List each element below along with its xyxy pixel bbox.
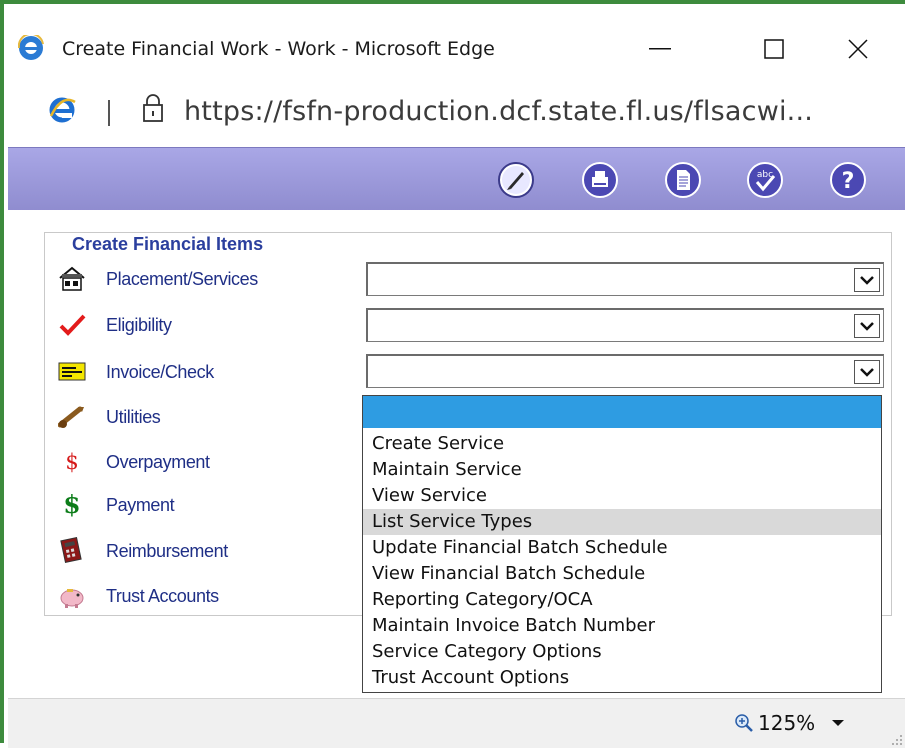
status-bar: 125%: [8, 698, 905, 748]
eligibility-select-arrow[interactable]: [854, 314, 880, 338]
dropdown-option[interactable]: View Financial Batch Schedule: [363, 561, 881, 587]
item-label-overpayment: Overpayment: [106, 452, 210, 472]
eligibility-select[interactable]: [366, 308, 884, 342]
maximize-button[interactable]: [744, 26, 804, 72]
chevron-down-icon: [860, 276, 874, 285]
placement-services-select[interactable]: [366, 262, 884, 296]
spellcheck-icon[interactable]: abc: [747, 162, 783, 198]
checkmark-icon: [59, 314, 86, 336]
browser-window: Create Financial Work - Work - Microsoft…: [0, 0, 905, 748]
toolbar: abc ?: [8, 147, 905, 212]
help-text: ?: [842, 169, 855, 194]
dropdown-option[interactable]: Reporting Category/OCA: [363, 587, 881, 613]
resize-grip-icon[interactable]: [889, 732, 903, 746]
title-bar: Create Financial Work - Work - Microsoft…: [8, 8, 905, 88]
dropdown-option[interactable]: Trust Account Options: [363, 665, 881, 691]
address-bar: https://fsfn-production.dcf.state.fl.us/…: [8, 80, 905, 144]
item-label-utilities: Utilities: [106, 407, 161, 427]
dropdown-option[interactable]: Maintain Service: [363, 457, 881, 483]
lock-icon[interactable]: [140, 92, 166, 124]
dropdown-option-hovered[interactable]: List Service Types: [363, 509, 881, 535]
close-button[interactable]: [828, 26, 888, 72]
url-field[interactable]: https://fsfn-production.dcf.state.fl.us/…: [184, 96, 813, 127]
address-separator: [108, 100, 110, 126]
dropdown-blank-option[interactable]: [363, 396, 881, 428]
dropdown-option[interactable]: Create Service: [363, 431, 881, 457]
dropdown-option[interactable]: View Service: [363, 483, 881, 509]
dollar-red-icon: $: [65, 450, 79, 474]
zoom-level[interactable]: 125%: [758, 711, 815, 735]
help-icon[interactable]: ?: [830, 162, 866, 198]
invoice-icon: [58, 362, 86, 381]
ie-mode-icon: [49, 97, 76, 123]
zoom-icon: [735, 714, 753, 732]
item-label-trust-accounts: Trust Accounts: [106, 586, 219, 606]
piggy-bank-icon: [60, 589, 84, 608]
item-label-placement-services: Placement/Services: [106, 269, 258, 289]
minimize-icon: [649, 48, 671, 50]
chevron-down-icon: [860, 368, 874, 377]
item-label-payment: Payment: [106, 495, 175, 515]
dropdown-option[interactable]: Maintain Invoice Batch Number: [363, 613, 881, 639]
wrench-icon: [58, 406, 84, 428]
zoom-dropdown-icon[interactable]: [826, 713, 850, 733]
edge-logo-icon: [18, 35, 44, 60]
item-label-reimbursement: Reimbursement: [106, 541, 228, 561]
url-text: https://fsfn-production.dcf.state.fl.us/…: [184, 96, 814, 127]
document-icon[interactable]: [665, 162, 701, 198]
edit-icon[interactable]: [498, 162, 534, 198]
invoice-check-select[interactable]: [366, 354, 884, 388]
invoice-check-select-arrow[interactable]: [854, 360, 880, 384]
window-title: Create Financial Work - Work - Microsoft…: [62, 38, 495, 60]
print-icon[interactable]: [582, 162, 618, 198]
financial-items-legend: Create Financial Items: [68, 234, 268, 255]
dropdown-option[interactable]: Update Financial Batch Schedule: [363, 535, 881, 561]
close-icon: [848, 39, 868, 59]
calculator-icon: [60, 537, 82, 564]
house-icon: [59, 266, 85, 291]
dropdown-option[interactable]: Service Category Options: [363, 639, 881, 665]
placement-services-select-arrow[interactable]: [854, 268, 880, 292]
placement-services-dropdown: Create Service Maintain Service View Ser…: [362, 395, 882, 693]
item-label-eligibility: Eligibility: [106, 315, 172, 335]
dollar-green-icon: $: [63, 490, 81, 519]
chevron-down-icon: [860, 322, 874, 331]
maximize-icon: [764, 39, 784, 59]
minimize-button[interactable]: [630, 26, 690, 72]
item-label-invoice-check: Invoice/Check: [106, 362, 214, 382]
dropdown-options: Create Service Maintain Service View Ser…: [363, 428, 881, 691]
